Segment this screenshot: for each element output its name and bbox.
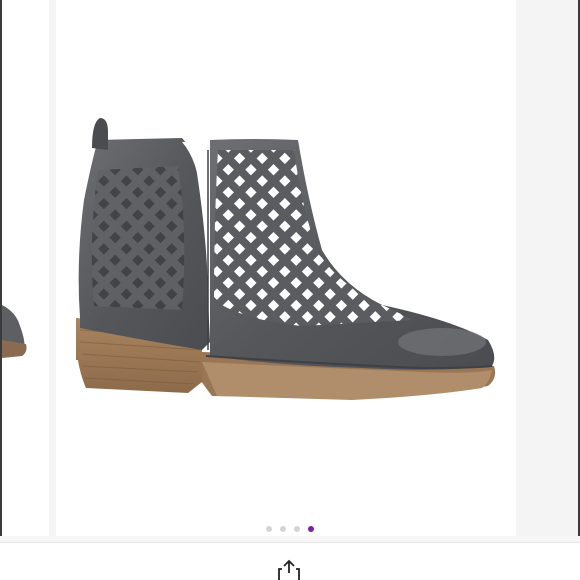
carousel-pagination [0, 524, 580, 534]
bottom-toolbar [0, 542, 580, 580]
pagination-dot-active[interactable] [308, 526, 314, 532]
share-button[interactable] [276, 559, 302, 580]
pagination-dot[interactable] [294, 526, 300, 532]
pagination-dot[interactable] [266, 526, 272, 532]
current-slide[interactable] [56, 0, 516, 536]
boot-product-image [76, 118, 496, 400]
image-carousel[interactable] [2, 0, 578, 536]
product-image-viewer [0, 0, 580, 580]
pagination-dot[interactable] [280, 526, 286, 532]
next-slide-peek[interactable] [523, 0, 578, 536]
share-icon [278, 559, 300, 580]
